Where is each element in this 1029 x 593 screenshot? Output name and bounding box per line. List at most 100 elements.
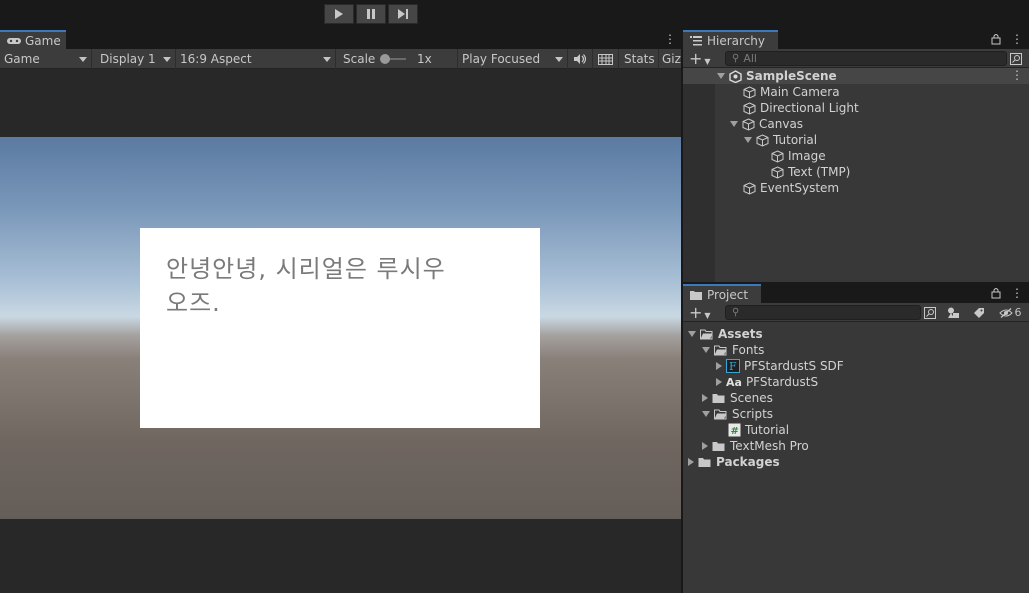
hierarchy-tab-bar: Hierarchy ⋮ [683,30,1029,49]
lock-icon[interactable] [991,287,1001,299]
search-type-icon [1010,52,1022,65]
hierarchy-item-image[interactable]: Image [683,148,1029,164]
project-item-scripts[interactable]: Scripts [683,406,1029,422]
project-item-pfstardusts[interactable]: Aa PFStardustS [683,374,1029,390]
expand-arrow-icon[interactable] [717,73,725,79]
expand-arrow-icon[interactable] [744,137,752,143]
project-item-tutorial-script[interactable]: # Tutorial [683,422,1029,438]
csharp-script-icon: # [728,423,741,437]
mode-select[interactable]: Game [0,49,92,69]
search-by-type-button[interactable] [1006,51,1026,66]
collapsed-arrow-icon[interactable] [702,442,708,450]
add-button[interactable]: + ▼ [689,50,715,67]
play-mode-select-value: Play Focused [462,52,541,66]
gizmos-label: Giz [662,52,681,66]
mute-audio-button[interactable] [568,49,593,69]
expand-arrow-icon[interactable] [688,331,696,337]
hierarchy-item-label: Text (TMP) [788,165,851,179]
keyboard-icon [598,53,613,65]
search-by-type-button[interactable] [920,305,940,320]
project-item-label: TextMesh Pro [730,439,809,453]
play-mode-select[interactable]: Play Focused [458,49,568,69]
project-item-fonts[interactable]: Fonts [683,342,1029,358]
create-button[interactable]: + ▼ [689,304,715,321]
gameobject-cube-icon [771,165,784,179]
expand-arrow-icon[interactable] [702,347,710,353]
pause-icon [367,9,375,19]
shapes-icon [947,307,959,318]
search-icon: ⚲ [732,307,740,318]
project-item-packages[interactable]: Packages [683,454,1029,470]
project-item-pfstardusts-sdf[interactable]: F PFStardustS SDF [683,358,1029,374]
hierarchy-item-tutorial[interactable]: Tutorial [683,132,1029,148]
hierarchy-search-input[interactable]: ⚲ All [725,51,1007,66]
gamepad-icon [7,37,21,44]
kebab-menu-icon[interactable]: ⋮ [664,32,676,46]
project-item-assets[interactable]: Assets [683,326,1029,342]
scale-slider-handle[interactable] [380,54,390,64]
collapsed-arrow-icon[interactable] [716,362,722,370]
hierarchy-item-text-tmp[interactable]: Text (TMP) [683,164,1029,180]
tab-project[interactable]: Project [683,284,761,303]
folder-icon [712,393,725,403]
step-button[interactable] [388,4,418,24]
open-folder-icon [714,345,727,355]
keyboard-shortcuts-button[interactable] [593,49,619,69]
expand-arrow-icon[interactable] [702,411,710,417]
hierarchy-item-canvas[interactable]: Canvas [683,116,1029,132]
kebab-menu-icon[interactable]: ⋮ [1011,32,1023,46]
filter-by-label-button[interactable] [969,305,989,320]
hierarchy-item-label: Main Camera [760,85,840,99]
expand-arrow-icon[interactable] [730,121,738,127]
gameobject-cube-icon [743,85,756,99]
aspect-select[interactable]: 16:9 Aspect [176,49,336,69]
hierarchy-item-eventsystem[interactable]: EventSystem [683,180,1029,196]
svg-text:F: F [729,360,737,373]
filter-by-type-button[interactable] [943,305,963,320]
gizmos-button[interactable]: Giz [659,49,681,69]
hierarchy-search-placeholder: All [743,52,757,65]
project-item-label: Packages [716,455,780,469]
folder-icon [712,441,725,451]
tutorial-text-line-1: 안녕안녕, 시리얼은 루시우 [166,255,446,283]
project-item-textmesh-pro[interactable]: TextMesh Pro [683,438,1029,454]
project-item-scenes[interactable]: Scenes [683,390,1029,406]
play-icon [335,9,343,19]
hidden-packages-toggle[interactable]: 6 [995,305,1025,320]
collapsed-arrow-icon[interactable] [716,378,722,386]
hierarchy-scene-row[interactable]: SampleScene ⋮ [683,68,1029,84]
display-select[interactable]: Display 1 [92,49,176,69]
scale-control[interactable]: Scale 1x [336,49,458,69]
project-search-input[interactable]: ⚲ [725,305,921,320]
hierarchy-item-directional-light[interactable]: Directional Light [683,100,1029,116]
display-select-value: Display 1 [100,52,156,66]
kebab-menu-icon[interactable]: ⋮ [1011,286,1023,300]
collapsed-arrow-icon[interactable] [688,458,694,466]
open-folder-icon [714,409,727,419]
chevron-down-icon [163,57,171,62]
tab-hierarchy[interactable]: Hierarchy [683,30,778,49]
collapsed-arrow-icon[interactable] [702,394,708,402]
aspect-select-value: 16:9 Aspect [180,52,252,66]
hierarchy-item-label: Directional Light [760,101,859,115]
game-viewport[interactable]: 안녕안녕, 시리얼은 루시우 오즈. [0,69,681,593]
gameobject-cube-icon [743,181,756,195]
lock-icon[interactable] [991,33,1001,45]
pause-button[interactable] [356,4,386,24]
stats-label: Stats [624,52,655,66]
play-button[interactable] [324,4,354,24]
kebab-menu-icon[interactable]: ⋮ [1011,68,1023,82]
hierarchy-item-main-camera[interactable]: Main Camera [683,84,1029,100]
stats-button[interactable]: Stats [619,49,659,69]
tab-project-label: Project [707,287,749,302]
font-asset-icon: F [726,359,740,373]
hidden-packages-count: 6 [1014,306,1022,319]
plus-icon: + [689,303,703,322]
speaker-icon [574,54,587,64]
tutorial-dialog-box: 안녕안녕, 시리얼은 루시우 오즈. [140,228,540,428]
folder-icon [690,290,702,300]
tab-game[interactable]: Game [0,30,66,49]
hierarchy-item-label: SampleScene [746,69,837,83]
project-item-label: Tutorial [745,423,790,437]
project-item-label: Fonts [732,343,765,357]
